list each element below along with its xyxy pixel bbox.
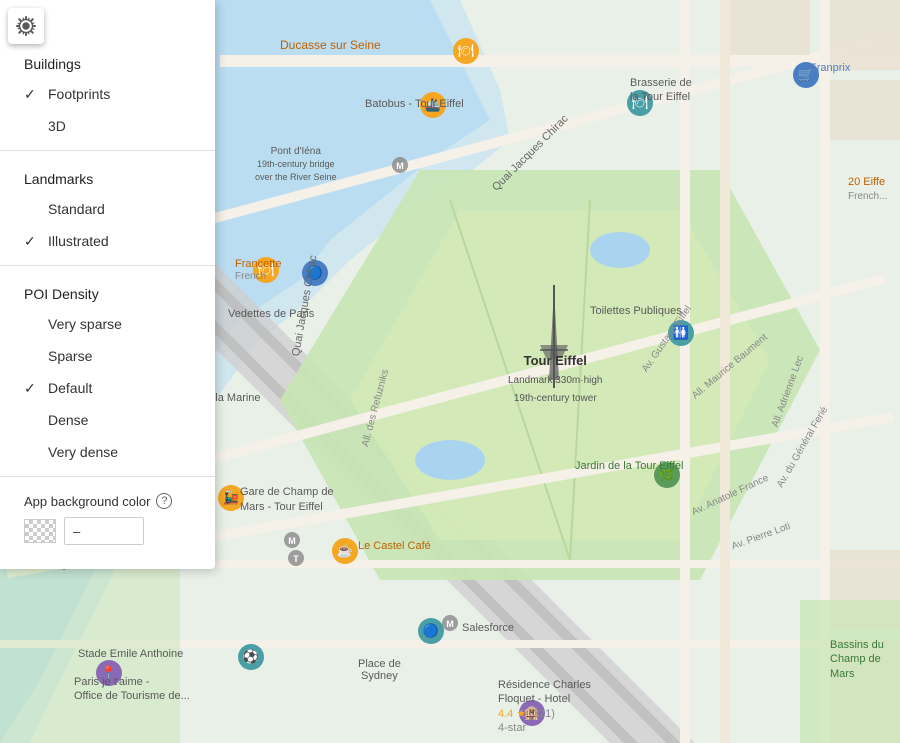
footprints-item[interactable]: ✓ Footprints [0, 78, 215, 110]
label-ducasse: Ducasse sur Seine [280, 38, 381, 52]
help-icon[interactable]: ? [156, 493, 172, 509]
label-bassins: Bassins duChamp de Mars [830, 638, 900, 681]
divider-1 [0, 150, 215, 151]
label-salesforce: Salesforce [462, 622, 514, 634]
gear-button[interactable] [8, 8, 44, 44]
label-paris-tourism: Paris je t'aime -Office de Tourisme de..… [74, 675, 190, 704]
very-sparse-label: Very sparse [48, 316, 191, 332]
default-label: Default [48, 380, 191, 396]
dense-label: Dense [48, 412, 191, 428]
label-gare: Gare de Champ deMars - Tour Eiffel [240, 485, 334, 516]
threed-label: 3D [48, 118, 191, 134]
poi-icon-castel[interactable]: ☕ [332, 538, 358, 564]
color-input-row [24, 517, 191, 545]
svg-text:T: T [293, 554, 299, 564]
settings-panel: Buildings ✓ Footprints 3D Landmarks Stan… [0, 0, 215, 569]
buildings-header: Buildings [0, 44, 215, 78]
illustrated-item[interactable]: ✓ Illustrated [0, 225, 215, 257]
very-dense-item[interactable]: Very dense [0, 436, 215, 468]
label-jardin: Jardin de la Tour Eiffel [575, 460, 683, 472]
label-francette: FrancetteFrench [235, 258, 281, 282]
illustrated-check: ✓ [24, 233, 44, 250]
standard-label: Standard [48, 201, 191, 217]
label-tour-eiffel: Tour EiffelLandmark 330m·high19th-centur… [508, 352, 603, 407]
very-sparse-item[interactable]: Very sparse [0, 308, 215, 340]
illustrated-label: Illustrated [48, 233, 191, 249]
label-20eiffe: 20 EiffeFrench... [848, 175, 887, 204]
label-toilettes: Toilettes Publiques [590, 305, 682, 317]
label-residence: Résidence CharlesFloquet - Hotel4.4 ★ (3… [498, 678, 591, 735]
label-castel: Le Castel Café [358, 540, 431, 552]
color-preview [24, 519, 56, 543]
svg-text:M: M [446, 619, 454, 629]
standard-item[interactable]: Standard [0, 193, 215, 225]
poi-density-header: POI Density [0, 274, 215, 308]
label-sydney: Place deSydney [358, 658, 401, 682]
footprints-check: ✓ [24, 86, 44, 103]
default-check: ✓ [24, 380, 44, 397]
sparse-item[interactable]: Sparse [0, 340, 215, 372]
color-text-input[interactable] [64, 517, 144, 545]
label-franprix: Franprix [810, 62, 850, 74]
threed-item[interactable]: 3D [0, 110, 215, 142]
landmarks-header: Landmarks [0, 159, 215, 193]
label-brasserie: Brasserie dela Tour Eiffel [630, 76, 692, 105]
poi-icon-salesforce[interactable]: 🔵 [418, 618, 444, 644]
app-bg-section: App background color ? [0, 485, 215, 553]
label-stade: Stade Emile Anthoine [78, 648, 183, 660]
footprints-label: Footprints [48, 86, 191, 102]
svg-text:M: M [396, 161, 404, 171]
svg-text:M: M [288, 536, 296, 546]
very-dense-label: Very dense [48, 444, 191, 460]
default-item[interactable]: ✓ Default [0, 372, 215, 404]
sparse-label: Sparse [48, 348, 191, 364]
label-pont: Pont d'Iéna19th-century bridgeover the R… [255, 145, 337, 184]
gear-icon [16, 16, 36, 36]
divider-3 [0, 476, 215, 477]
poi-icon-stade[interactable]: ⚽ [238, 644, 264, 670]
divider-2 [0, 265, 215, 266]
dense-item[interactable]: Dense [0, 404, 215, 436]
label-batobus: Batobus - Tour Eiffel [365, 98, 464, 110]
app-bg-label: App background color ? [24, 493, 191, 509]
poi-icon-ducasse[interactable]: 🍽 [453, 38, 479, 64]
